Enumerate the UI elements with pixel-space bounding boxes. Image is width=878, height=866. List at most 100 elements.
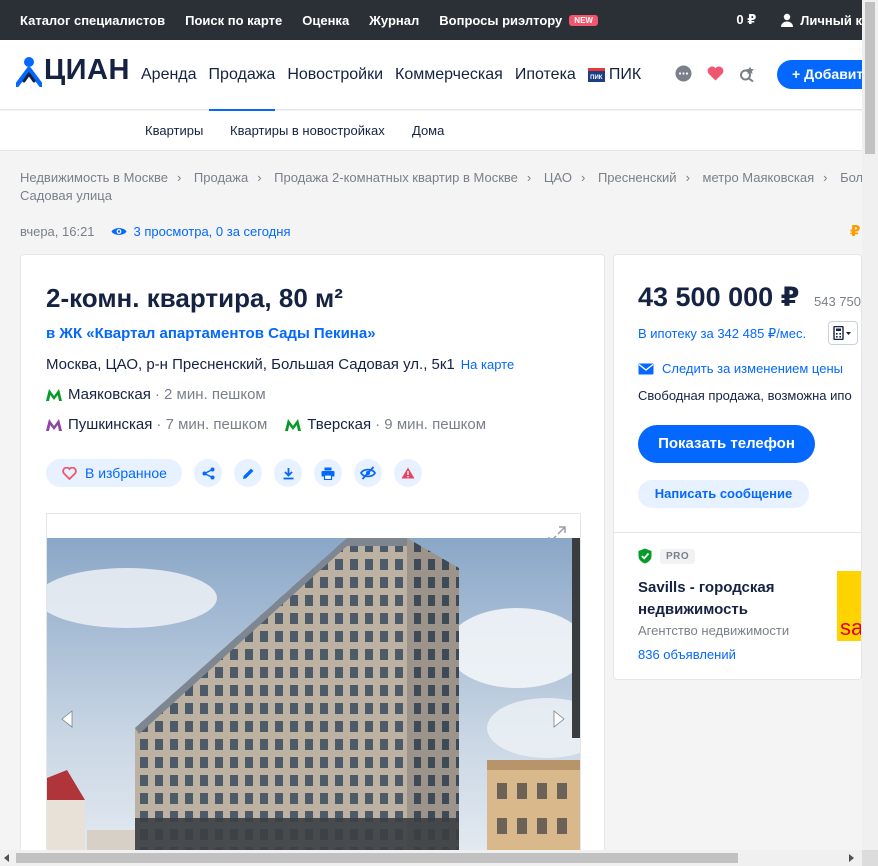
realtor-questions-label: Вопросы риэлтору (439, 12, 563, 28)
listing-title: 2-комн. квартира, 80 м² (46, 283, 343, 313)
breadcrumb-item[interactable]: Пресненский (598, 170, 677, 185)
metro-name[interactable]: Тверская (307, 416, 371, 433)
write-message-button[interactable]: Написать сообщение (638, 480, 809, 508)
metro-name[interactable]: Пушкинская (68, 416, 152, 433)
complex-link[interactable]: в ЖК «Квартал апартаментов Сады Пекина» (46, 325, 376, 342)
agency-badges: PRO (638, 548, 696, 564)
breadcrumb-item[interactable]: Продажа 2-комнатных квартир в Москве (274, 170, 518, 185)
printer-icon (321, 467, 335, 480)
metro-icon (285, 418, 302, 431)
add-to-favorites-button[interactable]: В избранное (46, 459, 182, 487)
link-map-search[interactable]: Поиск по карте (185, 13, 282, 28)
breadcrumb-item-street[interactable]: Садовая улица (20, 188, 112, 203)
nav-sale[interactable]: Продажа (208, 40, 275, 111)
saved-search-icon[interactable] (738, 64, 756, 82)
listing-card: 2-комн. квартира, 80 м² в ЖК «Квартал ап… (20, 254, 605, 866)
listing-actions: В избранное (46, 459, 434, 487)
horizontal-scrollbar[interactable] (0, 850, 878, 866)
topbar-right: 0 ₽ Личный к (736, 0, 862, 40)
views-count: 3 просмотра, 0 за сегодня (133, 224, 291, 239)
note-button[interactable] (234, 459, 262, 487)
price-panel: 43 500 000 ₽ 543 750 В ипотеку за 342 48… (613, 254, 862, 680)
subnav-houses[interactable]: Дома (412, 123, 444, 138)
favorites-label: В избранное (85, 465, 167, 481)
vertical-scrollbar[interactable] (862, 0, 878, 850)
breadcrumb: Недвижимость в Москве › Продажа › Продажа … (20, 170, 862, 185)
favorites-heart-icon[interactable] (706, 64, 724, 82)
logo-text: ЦИАН (44, 54, 130, 86)
link-journal[interactable]: Журнал (369, 13, 419, 28)
price-change-indicator: ₽ (850, 223, 861, 240)
scroll-right-arrow-icon[interactable] (848, 854, 854, 862)
sale-type: Свободная продажа, возможна ипо (638, 388, 852, 403)
chat-icon[interactable] (674, 64, 692, 82)
subnav-apartments[interactable]: Квартиры (145, 123, 203, 138)
nav-rent[interactable]: Аренда (141, 40, 197, 110)
pro-badge: PRO (660, 548, 696, 564)
account-label: Личный к (800, 12, 862, 28)
breadcrumb-item[interactable]: Продажа (194, 170, 248, 185)
breadcrumb-item[interactable]: метро Маяковская (703, 170, 815, 185)
show-phone-button[interactable]: Показать телефон (638, 425, 815, 463)
main-header: ЦИАН Аренда Продажа Новостройки Коммерче… (0, 40, 877, 111)
logo-pin-icon (16, 56, 42, 87)
nav-new-buildings[interactable]: Новостройки (287, 40, 383, 110)
metro-stations-row: Пушкинская · 7 мин. пешком Тверская · 9 … (46, 416, 486, 433)
account-link[interactable]: Личный к (780, 13, 862, 28)
breadcrumb-item[interactable]: ЦАО (544, 170, 572, 185)
new-badge: NEW (569, 14, 598, 26)
share-button[interactable] (194, 459, 222, 487)
verified-shield-icon (638, 548, 652, 564)
print-button[interactable] (314, 459, 342, 487)
mortgage-calculator-button[interactable] (828, 321, 858, 345)
agency-listings-link[interactable]: 836 объявлений (638, 647, 736, 662)
vertical-scroll-thumb[interactable] (865, 2, 875, 154)
report-button[interactable] (394, 459, 422, 487)
breadcrumb-item[interactable]: Бол (840, 170, 862, 185)
on-map-link[interactable]: На карте (461, 357, 514, 372)
metro-walk-time: · 2 мин. пешком (154, 386, 266, 403)
track-price-link[interactable]: Следить за изменением цены (638, 361, 843, 376)
link-realtor-questions[interactable]: Вопросы риэлтору NEW (439, 13, 598, 28)
address-text: Москва, ЦАО, р-н Пресненский, Большая Са… (46, 356, 455, 373)
cian-logo[interactable]: ЦИАН (16, 54, 130, 87)
main-nav: Аренда Продажа Новостройки Коммерческая … (141, 40, 653, 111)
link-valuation[interactable]: Оценка (302, 13, 349, 28)
mortgage-link[interactable]: В ипотеку за 342 485 ₽/мес. (638, 326, 806, 342)
track-price-label: Следить за изменением цены (662, 361, 843, 376)
metro-icon (46, 388, 62, 401)
panel-divider (614, 532, 861, 533)
agency-name[interactable]: Savills - городская недвижимость (638, 577, 818, 621)
photo-gallery[interactable] (46, 513, 581, 866)
sub-nav: Квартиры Квартиры в новостройках Дома (0, 111, 862, 151)
wallet-balance[interactable]: 0 ₽ (736, 12, 756, 28)
agency-type: Агентство недвижимости (638, 623, 790, 638)
agency-logo[interactable]: sa (837, 571, 861, 641)
pik-logo-icon: ПИК (587, 68, 605, 82)
hide-listing-button[interactable] (354, 459, 382, 487)
price: 43 500 000 ₽ (638, 282, 800, 312)
subnav-new-apartments[interactable]: Квартиры в новостройках (230, 123, 385, 138)
nav-commercial[interactable]: Коммерческая (395, 40, 503, 110)
gallery-prev-arrow-icon[interactable] (60, 710, 74, 728)
listing-meta: вчера, 16:21 3 просмотра, 0 за сегодня (20, 224, 291, 239)
gallery-next-arrow-icon[interactable] (552, 710, 566, 728)
nav-pik[interactable]: ПИК ПИК (587, 40, 641, 110)
metro-walk-time: · 7 мин. пешком (156, 416, 268, 433)
scroll-left-arrow-icon[interactable] (4, 854, 10, 862)
download-icon (283, 467, 293, 479)
eye-crossed-icon (360, 466, 376, 480)
horizontal-scroll-thumb[interactable] (16, 853, 738, 863)
metro-walk-time: · 9 мин. пешком (375, 416, 487, 433)
header-icons (674, 64, 770, 82)
metro-name[interactable]: Маяковская (68, 386, 151, 403)
price-per-meter: 543 750 (814, 294, 861, 309)
breadcrumb-item[interactable]: Недвижимость в Москве (20, 170, 168, 185)
link-specialists-catalog[interactable]: Каталог специалистов (20, 13, 165, 28)
nav-mortgage[interactable]: Ипотека (515, 40, 576, 110)
published-time: вчера, 16:21 (20, 224, 95, 239)
top-bar: Каталог специалистов Поиск по карте Оцен… (0, 0, 862, 40)
views-link[interactable]: 3 просмотра, 0 за сегодня (111, 224, 291, 239)
download-button[interactable] (274, 459, 302, 487)
calculator-icon (833, 326, 851, 340)
